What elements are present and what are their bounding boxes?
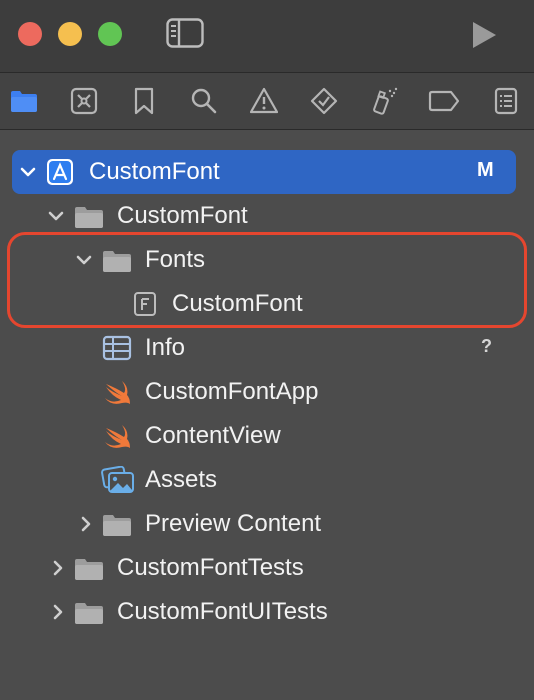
ui-tests-label: CustomFontUITests — [117, 598, 328, 625]
chevron-right-icon[interactable] — [48, 558, 68, 578]
content-view-label: ContentView — [145, 422, 281, 449]
xcode-navigator-window: CustomFont M CustomFont Fonts CustomFont — [0, 0, 534, 700]
chevron-right-icon[interactable] — [48, 602, 68, 622]
debug-spray-icon[interactable] — [370, 87, 398, 115]
tree-row-tests[interactable]: CustomFontTests — [0, 546, 534, 590]
zoom-window-button[interactable] — [98, 22, 122, 46]
annotation-highlight-box — [7, 232, 527, 328]
info-label: Info — [145, 334, 186, 361]
tree-row-content-view[interactable]: ContentView — [0, 414, 534, 458]
source-control-icon[interactable] — [70, 87, 98, 115]
xcode-project-icon — [47, 159, 73, 185]
unknown-status-badge: ? — [481, 336, 492, 356]
navigator-tab-bar — [0, 73, 534, 129]
app-file-label: CustomFontApp — [145, 378, 319, 405]
modified-badge: M — [477, 159, 494, 181]
minimize-window-button[interactable] — [58, 22, 82, 46]
chevron-right-icon[interactable] — [76, 514, 96, 534]
close-window-button[interactable] — [18, 22, 42, 46]
tree-row-project[interactable]: CustomFont M — [0, 150, 534, 194]
swift-file-icon — [105, 425, 130, 448]
title-bar — [0, 0, 534, 72]
search-icon[interactable] — [190, 87, 218, 115]
assets-label: Assets — [145, 466, 218, 493]
sidebar-toggle-icon[interactable] — [166, 18, 204, 48]
report-icon[interactable] — [492, 87, 520, 115]
folder-icon — [75, 559, 103, 580]
test-diamond-icon[interactable] — [310, 87, 338, 115]
folder-icon[interactable] — [10, 87, 38, 115]
folder-icon — [75, 603, 103, 624]
folder-icon — [103, 515, 131, 536]
folder-icon — [75, 207, 103, 228]
tree-row-info[interactable]: Info ? — [0, 326, 534, 370]
selection-highlight — [12, 150, 516, 194]
project-label: CustomFont — [89, 158, 220, 185]
plist-table-icon — [102, 335, 132, 361]
divider — [0, 129, 534, 130]
chevron-down-icon[interactable] — [18, 162, 38, 182]
tree-row-assets[interactable]: Assets — [0, 458, 534, 502]
warning-icon[interactable] — [250, 87, 278, 115]
bookmark-icon[interactable] — [130, 87, 158, 115]
tree-row-preview-content[interactable]: Preview Content — [0, 502, 534, 546]
run-icon[interactable] — [470, 20, 498, 50]
breakpoint-icon[interactable] — [428, 87, 460, 115]
group-label: CustomFont — [117, 202, 248, 229]
tests-label: CustomFontTests — [117, 554, 304, 581]
preview-content-label: Preview Content — [145, 510, 322, 537]
tree-row-ui-tests[interactable]: CustomFontUITests — [0, 590, 534, 634]
tree-row-app-file[interactable]: CustomFontApp — [0, 370, 534, 414]
chevron-down-icon[interactable] — [46, 206, 66, 226]
asset-catalog-icon — [101, 466, 134, 493]
swift-file-icon — [105, 381, 130, 404]
